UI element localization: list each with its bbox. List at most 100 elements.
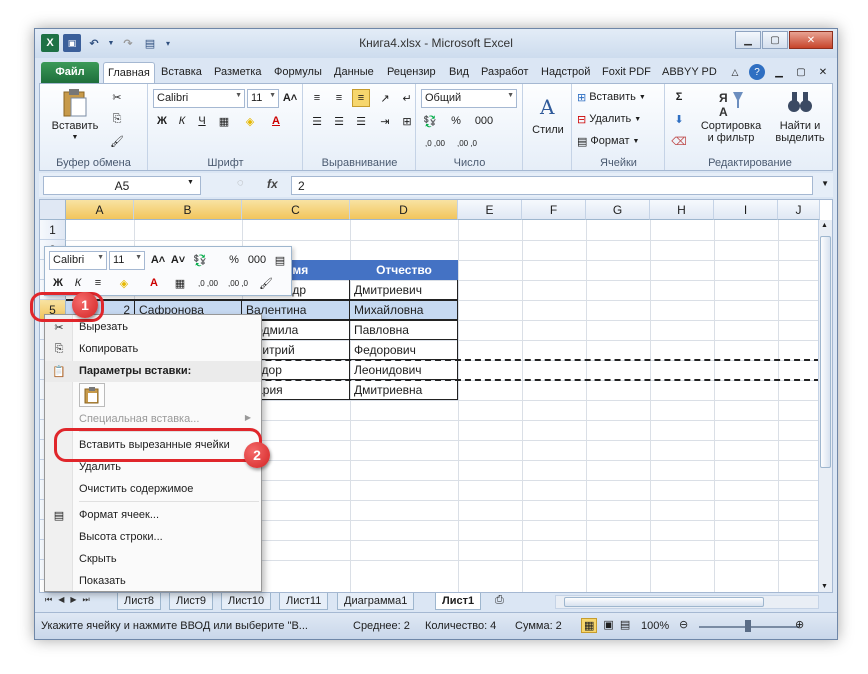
- column-header-h[interactable]: H: [650, 200, 714, 220]
- doc-minimize-icon[interactable]: ▁: [771, 64, 787, 80]
- underline-button[interactable]: Ч: [193, 112, 211, 130]
- menu-item-clear-contents[interactable]: Очистить содержимое: [45, 479, 261, 500]
- sort-filter-button[interactable]: ЯА Сортировка и фильтр: [696, 88, 766, 144]
- insert-function-button[interactable]: fx: [267, 177, 278, 191]
- bold-button[interactable]: Ж: [153, 112, 171, 130]
- menu-item-format-cells[interactable]: ▤ Формат ячеек...: [45, 505, 261, 526]
- mini-fill-color-icon[interactable]: ◈: [115, 274, 133, 292]
- zoom-level[interactable]: 100%: [641, 620, 669, 632]
- thousands-button[interactable]: 000: [471, 112, 497, 130]
- borders-icon[interactable]: ▦: [215, 112, 233, 130]
- horizontal-scrollbar[interactable]: [555, 595, 819, 609]
- insert-sheet-icon[interactable]: ⎙: [495, 594, 504, 607]
- format-painter-icon[interactable]: 🖌: [108, 132, 126, 150]
- mini-size-combo[interactable]: 11 ▼: [109, 251, 145, 270]
- menu-item-row-height[interactable]: Высота строки...: [45, 527, 261, 548]
- column-header-a[interactable]: A: [66, 200, 134, 220]
- tab-developer[interactable]: Разработ: [477, 62, 532, 84]
- font-color-button[interactable]: A: [267, 112, 285, 130]
- mini-bold-button[interactable]: Ж: [49, 274, 67, 292]
- mini-currency-icon[interactable]: 💱: [191, 251, 209, 269]
- column-header-e[interactable]: E: [458, 200, 522, 220]
- doc-close-icon[interactable]: ✕: [815, 64, 831, 80]
- align-bottom-icon[interactable]: ≡: [352, 89, 370, 107]
- find-select-button[interactable]: Найти и выделить: [768, 88, 832, 144]
- font-size-combo[interactable]: 11 ▼: [247, 89, 279, 108]
- vertical-scroll-thumb[interactable]: [820, 236, 831, 468]
- mini-grow-font-icon[interactable]: A˄: [149, 251, 167, 269]
- copy-icon[interactable]: ⎘: [108, 110, 126, 128]
- maximize-button[interactable]: ▢: [762, 31, 788, 49]
- menu-item-copy[interactable]: ⎘ Копировать: [45, 339, 261, 360]
- page-break-view-icon[interactable]: ▤: [620, 618, 630, 633]
- currency-icon[interactable]: 💱: [421, 112, 439, 130]
- sheet-tab-list1[interactable]: Лист1: [435, 593, 482, 610]
- fill-color-icon[interactable]: ◈: [241, 112, 259, 130]
- minimize-button[interactable]: ▁: [735, 31, 761, 49]
- cut-icon[interactable]: ✂: [108, 88, 126, 106]
- mini-align-icon[interactable]: ≡: [89, 274, 107, 292]
- mini-percent-button[interactable]: %: [225, 251, 243, 269]
- normal-view-icon[interactable]: ▦: [581, 618, 598, 633]
- format-cells-button[interactable]: ▤ Формат ▼: [577, 132, 639, 150]
- expand-formula-bar-icon[interactable]: ▼: [821, 179, 829, 188]
- align-left-icon[interactable]: ☰: [308, 112, 326, 130]
- mini-font-combo[interactable]: Calibri ▼: [49, 251, 107, 270]
- menu-item-hide[interactable]: Скрыть: [45, 549, 261, 570]
- column-header-b[interactable]: B: [134, 200, 242, 220]
- name-box-dropdown-icon[interactable]: ▼: [187, 179, 194, 186]
- sheet-tab-list10[interactable]: Лист10: [221, 593, 272, 610]
- cell-d4[interactable]: Дмитриевич: [350, 280, 458, 300]
- italic-button[interactable]: К: [173, 112, 191, 130]
- tab-file[interactable]: Файл: [41, 62, 99, 84]
- scroll-down-icon[interactable]: ▼: [821, 583, 828, 590]
- doc-restore-icon[interactable]: ▢: [793, 64, 809, 80]
- mini-format-icon[interactable]: ▤: [271, 251, 289, 269]
- help-icon[interactable]: ?: [749, 64, 765, 80]
- align-middle-icon[interactable]: ≡: [330, 89, 348, 107]
- paste-button[interactable]: Вставить ▼: [46, 88, 104, 144]
- mini-font-color-button[interactable]: A: [145, 274, 163, 292]
- close-button[interactable]: ✕: [789, 31, 833, 49]
- clear-icon[interactable]: ⌫: [670, 132, 688, 150]
- indent-icon[interactable]: ⇥: [376, 112, 394, 130]
- tab-home[interactable]: Главная: [103, 62, 155, 84]
- mini-format-painter-icon[interactable]: 🖌: [257, 274, 275, 292]
- column-header-g[interactable]: G: [586, 200, 650, 220]
- vertical-scrollbar[interactable]: ▲ ▼: [818, 220, 832, 592]
- tab-insert[interactable]: Вставка: [157, 62, 206, 84]
- sheet-tab-list9[interactable]: Лист9: [169, 593, 214, 610]
- next-sheet-icon[interactable]: ▶: [70, 595, 76, 605]
- tab-foxit-pdf[interactable]: Foxit PDF: [598, 62, 655, 84]
- delete-cells-button[interactable]: ⊟ Удалить ▼: [577, 110, 641, 128]
- orientation-icon[interactable]: ↗: [376, 89, 394, 107]
- formula-input[interactable]: 2: [291, 176, 813, 195]
- cell-d7[interactable]: Федорович: [350, 340, 458, 360]
- sheet-tab-list11[interactable]: Лист11: [279, 593, 329, 610]
- zoom-in-icon[interactable]: ⊕: [795, 618, 804, 631]
- cell-d6[interactable]: Павловна: [350, 320, 458, 340]
- tab-review[interactable]: Рецензир: [383, 62, 440, 84]
- mini-decrease-decimal-button[interactable]: ,00 ,0: [225, 274, 251, 292]
- name-box[interactable]: A5: [43, 176, 201, 195]
- tab-page-layout[interactable]: Разметка: [210, 62, 266, 84]
- align-right-icon[interactable]: ☰: [352, 112, 370, 130]
- row-header-1[interactable]: 1: [40, 220, 66, 240]
- column-header-f[interactable]: F: [522, 200, 586, 220]
- mini-borders-icon[interactable]: ▦: [171, 274, 189, 292]
- tab-view[interactable]: Вид: [445, 62, 473, 84]
- zoom-out-icon[interactable]: ⊖: [679, 618, 688, 631]
- formula-bar-handle-icon[interactable]: ◌: [237, 177, 244, 189]
- fill-icon[interactable]: ⬇: [670, 110, 688, 128]
- sheet-tab-list8[interactable]: Лист8: [117, 593, 162, 610]
- styles-button[interactable]: A Стили: [530, 92, 566, 136]
- cell-d9[interactable]: Дмитриевна: [350, 380, 458, 400]
- sheet-tab-chart1[interactable]: Диаграмма1: [337, 593, 415, 610]
- align-top-icon[interactable]: ≡: [308, 89, 326, 107]
- align-center-icon[interactable]: ☰: [330, 112, 348, 130]
- mini-shrink-font-icon[interactable]: A˅: [169, 251, 187, 269]
- menu-item-paste-special[interactable]: Специальная вставка... ▶: [45, 409, 261, 430]
- page-layout-view-icon[interactable]: ▣: [603, 618, 613, 633]
- tab-addins[interactable]: Надстрой: [537, 62, 594, 84]
- font-name-combo[interactable]: Calibri ▼: [153, 89, 245, 108]
